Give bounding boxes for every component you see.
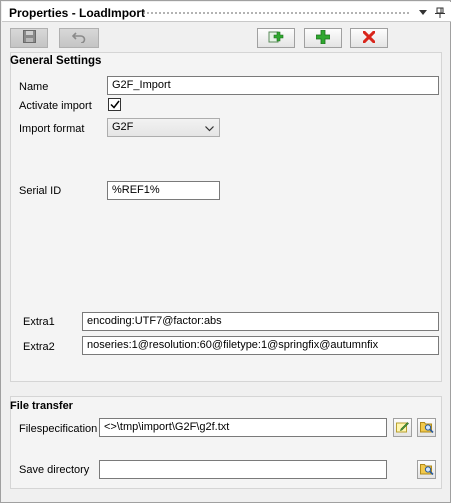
delete-button[interactable] <box>350 28 388 48</box>
browse-filespec-button[interactable] <box>417 418 436 437</box>
filespecification-input[interactable]: <>\tmp\import\G2F\g2f.txt <box>99 418 387 437</box>
panel-title: Properties - LoadImport <box>9 6 146 20</box>
copy-add-button[interactable] <box>257 28 295 48</box>
name-input[interactable]: G2F_Import <box>107 76 439 95</box>
extra2-input[interactable]: noseries:1@resolution:60@filetype:1@spri… <box>82 336 439 355</box>
delete-icon <box>362 30 376 46</box>
file-transfer-title: File transfer <box>10 400 73 412</box>
extra1-label: Extra1 <box>23 316 55 328</box>
checkmark-icon <box>109 100 120 109</box>
folder-search-icon <box>419 462 434 478</box>
chevron-down-icon <box>205 123 214 135</box>
import-format-select[interactable]: G2F <box>107 118 220 137</box>
pin-icon[interactable] <box>433 5 447 19</box>
name-label: Name <box>19 81 49 93</box>
add-icon <box>315 29 331 47</box>
serial-id-label: Serial ID <box>19 185 62 197</box>
activate-import-label: Activate import <box>19 100 92 112</box>
extra1-input[interactable]: encoding:UTF7@factor:abs <box>82 312 439 331</box>
import-format-label: Import format <box>19 123 85 135</box>
undo-button[interactable] <box>59 28 99 48</box>
edit-filespec-button[interactable] <box>393 418 412 437</box>
save-directory-input[interactable] <box>99 460 387 479</box>
save-icon <box>22 30 36 46</box>
browse-savedir-button[interactable] <box>417 460 436 479</box>
save-button[interactable] <box>10 28 48 48</box>
panel-titlebar: Properties - LoadImport <box>2 2 451 22</box>
extra2-label: Extra2 <box>23 341 55 353</box>
dropdown-menu-icon[interactable] <box>416 5 430 19</box>
serial-id-input[interactable]: %REF1% <box>107 181 220 200</box>
save-directory-label: Save directory <box>19 464 90 476</box>
import-format-value: G2F <box>112 121 134 133</box>
copy-add-icon <box>268 30 284 47</box>
add-button[interactable] <box>304 28 342 48</box>
pencil-icon <box>396 420 409 436</box>
properties-panel: Properties - LoadImport General Settings… <box>0 0 451 503</box>
titlebar-grip <box>142 11 409 15</box>
activate-import-checkbox[interactable] <box>108 98 121 111</box>
filespecification-label: Filespecification <box>19 423 98 435</box>
folder-search-icon <box>419 420 434 436</box>
general-settings-title: General Settings <box>10 55 102 67</box>
undo-icon <box>71 31 86 46</box>
